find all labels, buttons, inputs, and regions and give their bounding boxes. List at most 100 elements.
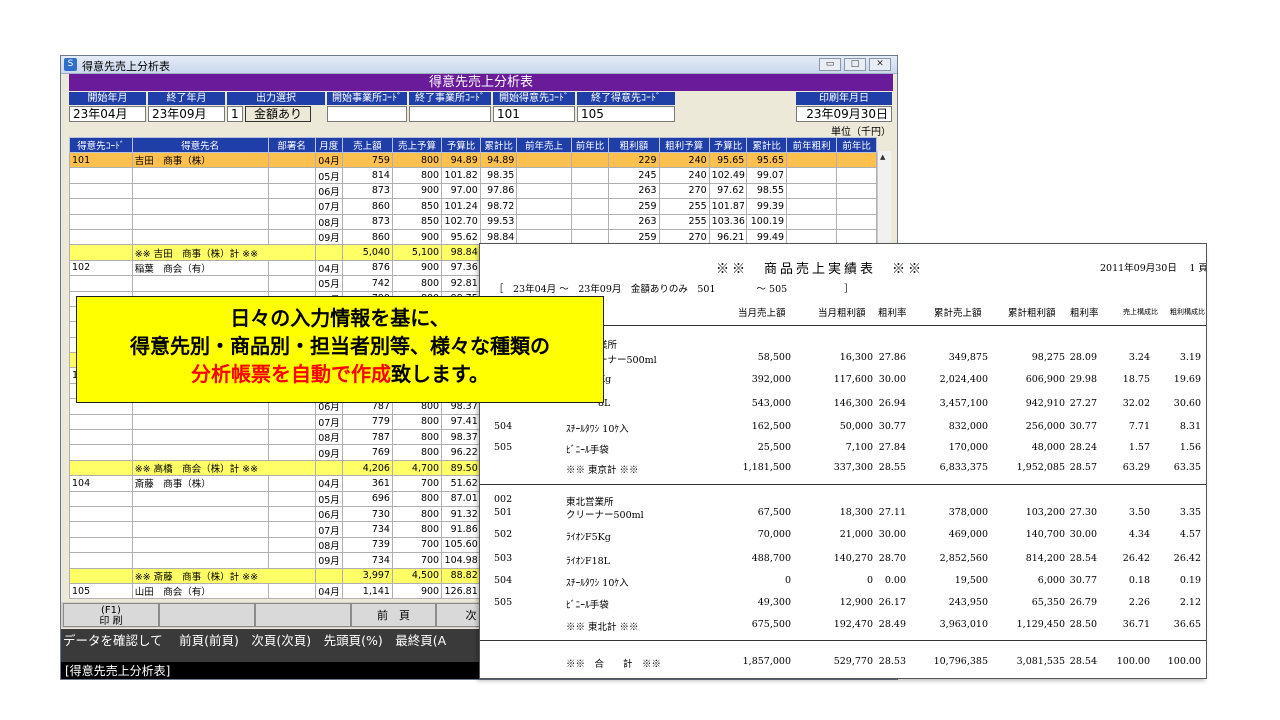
- table-cell: [69, 413, 133, 431]
- table-cell: [786, 167, 838, 184]
- report-item-name: ﾗｲｵﾝF5Kg: [566, 532, 611, 543]
- column-header: 累計比: [746, 137, 788, 153]
- table-cell: [836, 151, 877, 169]
- table-cell: 05月: [314, 167, 343, 184]
- table-cell: 240: [658, 167, 710, 184]
- label-print-date: 印刷年月日: [796, 92, 892, 105]
- table-cell: 850: [391, 198, 443, 215]
- table-cell: [267, 429, 316, 446]
- report-value: 30.77: [878, 421, 906, 432]
- start-customer-field[interactable]: 101: [493, 106, 575, 122]
- prev-page-button[interactable]: 前 頁: [351, 603, 436, 627]
- table-cell: [131, 536, 269, 554]
- f1-key-label: (F1): [101, 605, 121, 616]
- table-cell: 88.82: [441, 567, 481, 584]
- table-cell: 98.72: [479, 198, 518, 215]
- callout-line-3: 分析帳票を自動で作成致します。: [77, 360, 603, 388]
- column-header: 粗利予算: [658, 137, 710, 153]
- report-value: 63.35: [1173, 462, 1201, 473]
- report-value: 49,300: [757, 597, 791, 608]
- table-row[interactable]: 07月 860 850 101.24 98.72 259 255 101.87 99.39: [69, 198, 877, 215]
- table-cell: [131, 167, 269, 184]
- column-header: 得意先名: [131, 137, 269, 153]
- table-cell: 05月: [314, 275, 343, 292]
- table-cell: 696: [341, 490, 393, 507]
- report-item-name: ﾗｲｵﾝF18L: [566, 556, 610, 567]
- table-cell: 94.89: [441, 151, 481, 169]
- table-cell: [69, 275, 133, 292]
- table-cell: [267, 552, 316, 569]
- table-cell: [131, 198, 269, 215]
- table-cell: 730: [341, 505, 393, 523]
- report-code: 504: [494, 575, 513, 586]
- table-cell: 07月: [314, 413, 343, 431]
- report-value: 30.60: [1173, 398, 1201, 409]
- table-cell: [69, 536, 133, 554]
- report-value: 675,500: [751, 619, 791, 630]
- table-header-row: 得意先ｺｰﾄﾞ 得意先名 部署名 月度 売上額 売上予算 予算比 累計比 前年売上 前年比 粗利額粗…: [69, 137, 877, 153]
- table-row[interactable]: 101 吉田 商事（株） 04月 759 800 94.89 94.89 229 240 95.6…: [69, 151, 877, 169]
- report-value: 10,796,385: [933, 656, 988, 667]
- table-cell: 800: [391, 521, 443, 538]
- table-cell: 05月: [314, 490, 343, 507]
- table-cell: 1,141: [341, 582, 393, 600]
- table-cell: 102: [69, 259, 133, 277]
- label-end-month: 終了年月: [148, 92, 225, 105]
- report-item-name: ※※ 東北計 ※※: [566, 622, 639, 633]
- table-cell: [131, 444, 269, 461]
- function-key-2[interactable]: [159, 603, 255, 627]
- callout-line-2: 得意先別・商品別・担当者別等、様々な種類の: [130, 334, 550, 358]
- start-office-field[interactable]: [327, 106, 407, 122]
- end-office-field[interactable]: [409, 106, 491, 122]
- column-header: 予算比: [708, 137, 748, 153]
- table-cell: 94.89: [479, 151, 518, 169]
- table-cell: 97.36: [441, 259, 481, 277]
- table-cell: [836, 182, 877, 200]
- print-date-field[interactable]: 23年09月30日: [796, 106, 892, 122]
- table-row[interactable]: 05月 814 800 101.82 98.35 245 240 102.49 99.07: [69, 167, 877, 184]
- maximize-button[interactable]: □: [844, 58, 866, 71]
- report-value: 543,000: [751, 398, 791, 409]
- output-select-field[interactable]: 1: [227, 106, 243, 122]
- table-cell: [570, 167, 610, 184]
- table-cell: [69, 228, 133, 246]
- table-cell: 98.84: [441, 244, 481, 261]
- print-button[interactable]: (F1) 印 刷: [63, 603, 159, 627]
- table-cell: 104: [69, 475, 133, 492]
- table-cell: 900: [391, 582, 443, 600]
- table-cell: 800: [391, 413, 443, 431]
- app-icon: S: [64, 58, 77, 71]
- end-customer-field[interactable]: 105: [577, 106, 675, 122]
- close-button[interactable]: ✕: [869, 58, 891, 71]
- table-cell: [267, 413, 316, 431]
- table-cell: [516, 198, 572, 215]
- table-cell: [69, 182, 133, 200]
- col-month-profit: 当月粗利額: [818, 308, 866, 319]
- scroll-up-icon[interactable]: ▲: [880, 153, 885, 161]
- output-select-button[interactable]: 金額あり: [245, 106, 311, 122]
- report-code: 002: [494, 494, 513, 505]
- column-header: 部署名: [267, 137, 316, 153]
- table-cell: 99.39: [746, 198, 788, 215]
- report-value: 3.19: [1179, 352, 1201, 363]
- report-code: 503: [494, 553, 513, 564]
- table-cell: 873: [341, 182, 393, 200]
- table-cell: [267, 505, 316, 523]
- table-cell: 101.87: [708, 198, 748, 215]
- minimize-button[interactable]: ▭: [819, 58, 841, 71]
- table-cell: 吉田 商事（株）: [131, 151, 269, 169]
- table-cell: [267, 182, 316, 200]
- function-key-3[interactable]: [255, 603, 351, 627]
- start-month-field[interactable]: 23年04月: [69, 106, 146, 122]
- table-cell: 255: [658, 213, 710, 230]
- table-cell: [131, 521, 269, 538]
- table-row[interactable]: 08月 873 850 102.70 99.53 263 255 103.36 100.19: [69, 213, 877, 230]
- label-end-office: 終了事業所ｺｰﾄﾞ: [409, 92, 491, 105]
- table-cell: 800: [391, 275, 443, 292]
- table-row[interactable]: 06月 873 900 97.00 97.86 263 270 97.62 98.55: [69, 182, 877, 200]
- table-cell: [267, 536, 316, 554]
- table-cell: [516, 167, 572, 184]
- table-cell: ※※ 斎藤 商事（株）計 ※※: [131, 567, 316, 584]
- col-month-sales: 当月売上額: [738, 308, 786, 319]
- end-month-field[interactable]: 23年09月: [148, 106, 225, 122]
